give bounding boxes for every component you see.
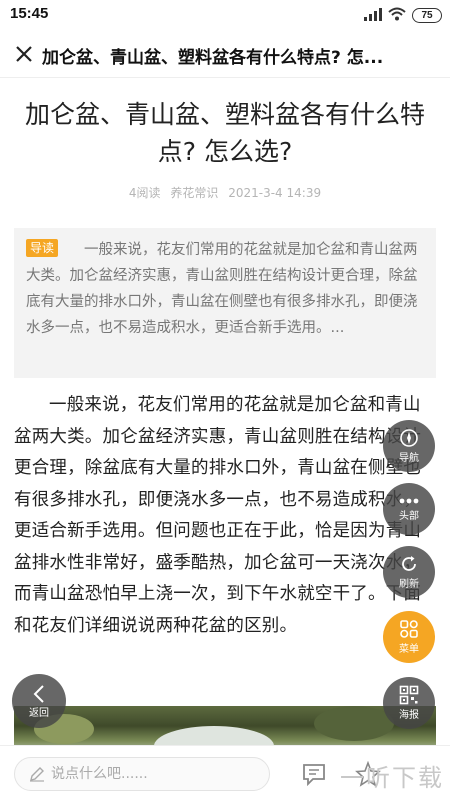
comment-input[interactable] <box>51 766 251 782</box>
signal-icon <box>364 6 382 25</box>
poster-button[interactable]: 海报 <box>383 677 435 729</box>
summary-tag: 导读 <box>26 239 59 257</box>
close-button[interactable] <box>8 38 40 70</box>
refresh-icon <box>402 556 416 571</box>
grid-menu-icon <box>400 620 418 638</box>
compass-icon <box>400 429 418 447</box>
top-button[interactable]: 头部 <box>383 483 435 535</box>
chevron-left-icon <box>33 684 44 703</box>
menu-button[interactable]: 菜单 <box>383 611 435 663</box>
poster-label: 海报 <box>399 710 419 721</box>
watermark: 一听下载 <box>340 764 444 792</box>
close-icon <box>16 46 32 62</box>
status-time: 15:45 <box>10 5 49 22</box>
comment-box[interactable] <box>14 757 270 791</box>
title-bar: 加仑盆、青山盆、塑料盆各有什么特点? 怎... <box>0 30 450 78</box>
summary-text: 一般来说，花友们常用的花盆就是加仑盆和青山盆两大类。加仑盆经济实惠，青山盆则胜在… <box>26 242 418 336</box>
article-source[interactable]: 养花常识 <box>170 186 218 200</box>
refresh-label: 刷新 <box>399 579 419 590</box>
top-label: 头部 <box>399 511 419 522</box>
qr-code-icon <box>399 685 419 705</box>
back-button[interactable]: 返回 <box>12 674 66 728</box>
bottom-bar: 一听下载 <box>0 745 450 800</box>
article-meta: 4阅读 养花常识 2021-3-4 14:39 <box>0 184 450 201</box>
comment-icon <box>303 764 325 787</box>
summary-box: 导读 一般来说，花友们常用的花盆就是加仑盆和青山盆两大类。加仑盆经济实惠，青山盆则… <box>14 228 436 378</box>
nav-button[interactable]: 导航 <box>383 420 435 472</box>
body-paragraph: 一般来说，花友们常用的花盆就是加仑盆和青山盆两大类。加仑盆经济实惠，青山盆则胜在… <box>14 395 422 636</box>
page-title: 加仑盆、青山盆、塑料盆各有什么特点? 怎... <box>42 48 384 68</box>
article-title: 加仑盆、青山盆、塑料盆各有什么特点? 怎么选? <box>24 100 425 166</box>
publish-date: 2021-3-4 14:39 <box>228 186 322 200</box>
article-photo <box>14 706 436 745</box>
nav-label: 导航 <box>399 453 419 464</box>
back-label: 返回 <box>29 707 49 719</box>
summary-paragraph: 导读 一般来说，花友们常用的花盆就是加仑盆和青山盆两大类。加仑盆经济实惠，青山盆则… <box>26 237 424 341</box>
menu-label: 菜单 <box>399 644 419 655</box>
status-icons: 75 <box>364 6 442 24</box>
pencil-icon <box>30 767 44 782</box>
status-bar: 15:45 75 <box>0 0 450 30</box>
comment-count-button[interactable] <box>300 760 328 788</box>
read-count: 4阅读 <box>128 186 161 200</box>
more-icon <box>399 498 419 504</box>
battery-icon: 75 <box>412 7 442 23</box>
article-content[interactable]: 加仑盆、青山盆、塑料盆各有什么特点? 怎么选? 4阅读 养花常识 2021-3-… <box>0 78 450 745</box>
refresh-button[interactable]: 刷新 <box>383 546 435 598</box>
wifi-icon <box>388 6 406 25</box>
